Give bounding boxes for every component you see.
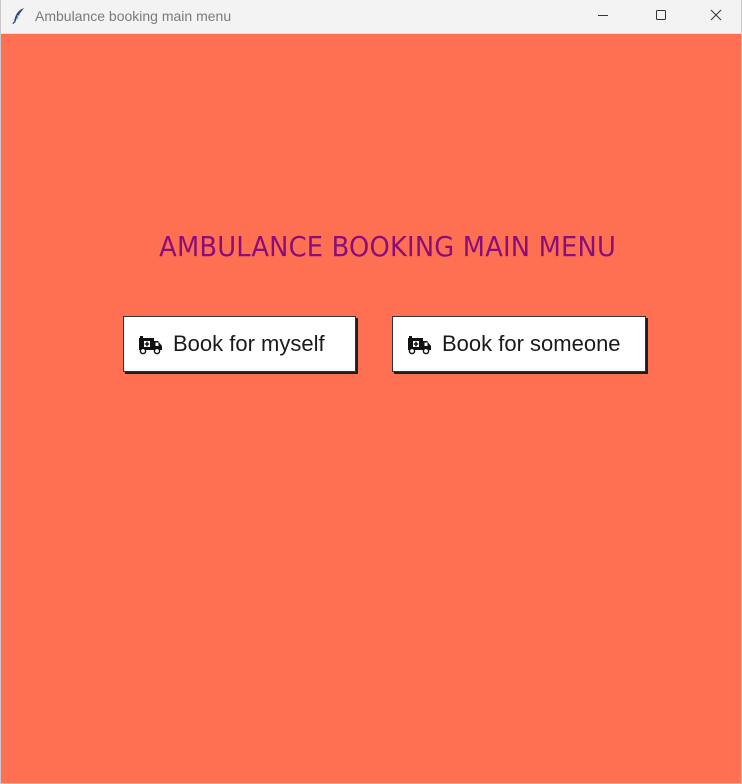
maximize-icon bbox=[655, 8, 667, 26]
app-window: Ambulance booking main menu AMBULANCE BO… bbox=[0, 0, 742, 784]
minimize-icon bbox=[597, 8, 609, 26]
book-for-someone-label: Book for someone bbox=[442, 331, 621, 356]
close-icon bbox=[710, 8, 722, 26]
minimize-button[interactable] bbox=[574, 0, 632, 33]
book-for-myself-label: Book for myself bbox=[173, 331, 325, 356]
page-title: AMBULANCE BOOKING MAIN MENU bbox=[159, 230, 616, 263]
close-button[interactable] bbox=[690, 0, 742, 33]
ambulance-icon bbox=[406, 333, 433, 355]
maximize-button[interactable] bbox=[632, 0, 690, 33]
book-for-myself-button[interactable]: Book for myself bbox=[123, 316, 356, 372]
title-bar[interactable]: Ambulance booking main menu bbox=[1, 0, 741, 34]
ambulance-icon bbox=[137, 333, 164, 355]
book-for-someone-button[interactable]: Book for someone bbox=[392, 316, 646, 372]
window-title: Ambulance booking main menu bbox=[35, 8, 232, 24]
feather-icon bbox=[11, 7, 27, 25]
main-panel: AMBULANCE BOOKING MAIN MENU Book for mys… bbox=[1, 34, 741, 784]
